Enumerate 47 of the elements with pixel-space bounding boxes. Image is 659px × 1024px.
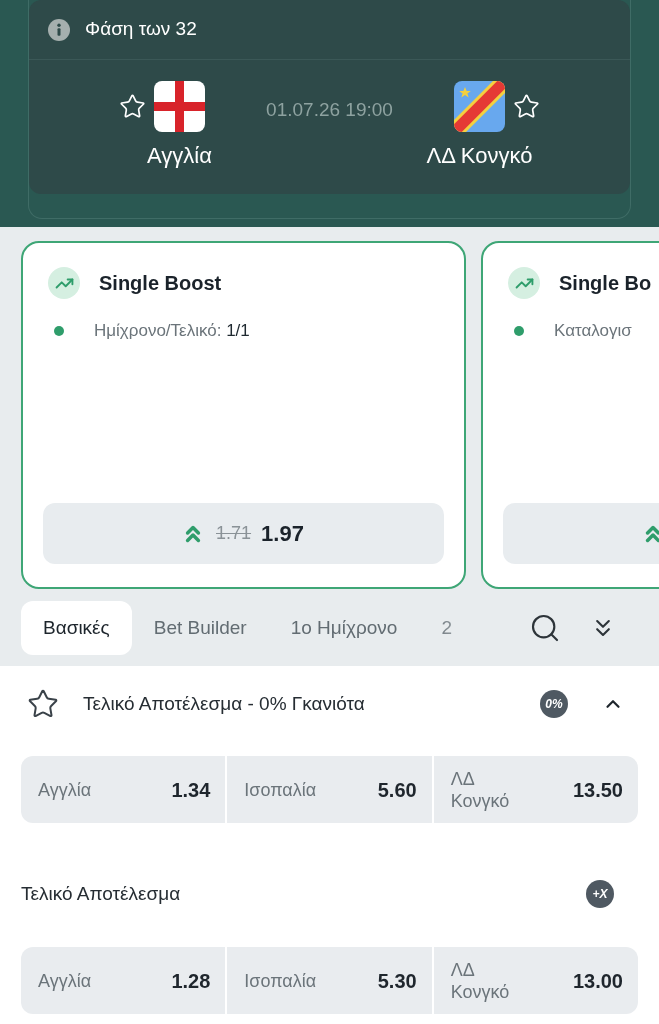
stage-label: Φάση των 32 xyxy=(85,17,197,42)
boost-title: Single Bo xyxy=(559,271,652,296)
market-badge: +X xyxy=(586,880,614,908)
market-badge: 0% xyxy=(540,690,568,718)
match-date-time: 01.07.26 19:00 xyxy=(266,98,393,122)
market-tab[interactable]: Βασικές xyxy=(21,601,132,655)
star-icon[interactable] xyxy=(119,93,146,120)
old-odds: 1.71 xyxy=(216,522,252,545)
boosted-odds: 1.97 xyxy=(261,520,304,548)
trend-up-icon xyxy=(508,267,540,299)
odds-button[interactable]: Αγγλία 1.28 xyxy=(21,947,226,1014)
odds-value: 5.30 xyxy=(377,968,417,994)
boost-card[interactable]: Single Bo Καταλογισ xyxy=(481,241,659,589)
odds-value: 13.00 xyxy=(572,968,623,994)
odds-value: 1.28 xyxy=(171,968,211,994)
outcome-label: Ισοπαλία xyxy=(244,969,317,992)
star-icon[interactable] xyxy=(513,93,540,120)
diagonal-stripe-flag-icon xyxy=(454,81,505,132)
odds-button[interactable]: ΛΔ Κονγκό 13.50 xyxy=(433,756,638,823)
odds-value: 5.60 xyxy=(377,777,417,803)
boost-selection: Καταλογισ xyxy=(554,320,632,342)
outcome-label: Αγγλία xyxy=(38,969,92,992)
trend-up-icon xyxy=(48,267,80,299)
market-tab[interactable]: Bet Builder xyxy=(131,601,269,655)
market-title: Τελικό Αποτέλεσμα - 0% Γκανιότα xyxy=(83,691,365,716)
boost-selection: Ημίχρονο/Τελικό: 1/1 xyxy=(94,320,250,342)
odds-button[interactable]: ΛΔ Κονγκό 13.00 xyxy=(433,947,638,1014)
star-icon[interactable] xyxy=(27,688,59,720)
boost-card[interactable]: Single Boost Ημίχρονο/Τελικό: 1/1 1.71 1.97 xyxy=(21,241,466,589)
search-icon[interactable] xyxy=(529,612,561,644)
outcome-label: ΛΔ Κονγκό xyxy=(450,958,511,1003)
outcome-label: Αγγλία xyxy=(38,778,92,801)
boosted-odds-button[interactable]: 1.71 1.97 xyxy=(43,503,444,564)
cross-flag-icon xyxy=(154,81,205,132)
odds-value: 13.50 xyxy=(572,777,623,803)
market-title: Τελικό Αποτέλεσμα xyxy=(21,881,181,906)
outcome-label: ΛΔ Κονγκό xyxy=(450,767,511,812)
info-icon[interactable] xyxy=(48,18,70,41)
outcome-label: Ισοπαλία xyxy=(244,778,317,801)
market-tab[interactable]: 1ο Ημίχρονο xyxy=(268,601,420,655)
odds-button[interactable]: Αγγλία 1.34 xyxy=(21,756,226,823)
odds-button[interactable]: Ισοπαλία 5.60 xyxy=(227,756,432,823)
odds-button[interactable]: Ισοπαλία 5.30 xyxy=(227,947,432,1014)
boost-title: Single Boost xyxy=(99,271,222,296)
team-name: ΛΔ Κονγκό xyxy=(426,142,533,170)
odds-value: 1.34 xyxy=(171,777,211,803)
team-name: Αγγλία xyxy=(147,142,212,170)
